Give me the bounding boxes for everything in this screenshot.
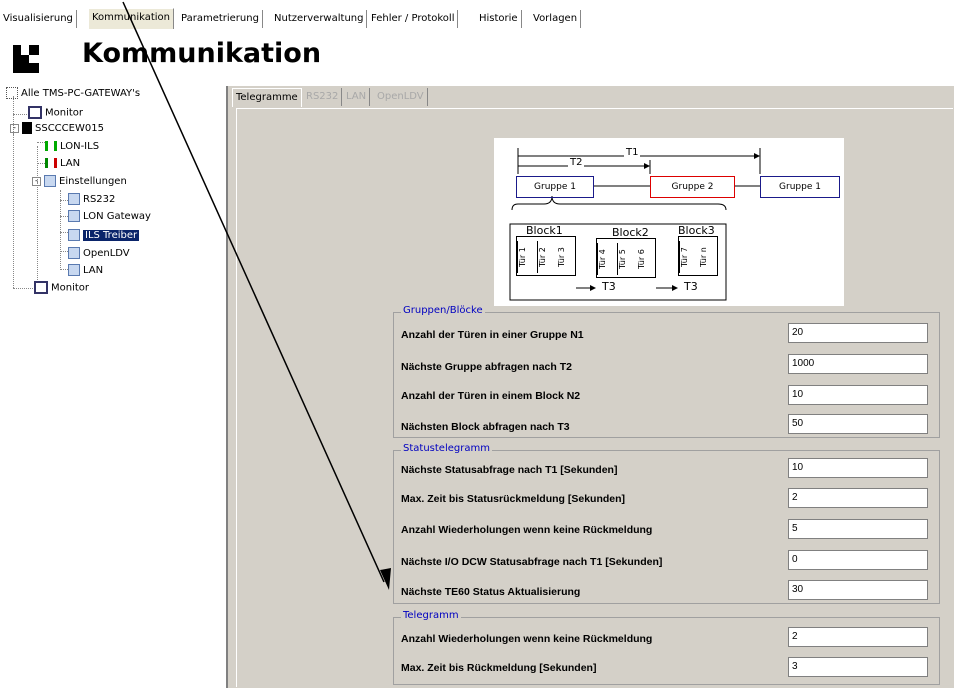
tree-lan-2[interactable]: LAN bbox=[68, 264, 103, 278]
tab-parametrierung[interactable]: Parametrierung bbox=[178, 10, 263, 28]
subtab-telegramme[interactable]: Telegramme bbox=[232, 88, 302, 107]
connection-icon bbox=[45, 158, 57, 168]
field-label: Anzahl Wiederholungen wenn keine Rückmel… bbox=[401, 633, 653, 645]
t1-input[interactable]: 10 bbox=[788, 458, 928, 478]
field-label: Nächsten Block abfragen nach T3 bbox=[401, 421, 570, 433]
door-label: Tür 3 bbox=[557, 247, 566, 267]
field-label: Anzahl der Türen in einem Block N2 bbox=[401, 390, 581, 402]
t3-label-1: T3 bbox=[602, 280, 616, 293]
field-label: Nächste Gruppe abfragen nach T2 bbox=[401, 361, 572, 373]
field-label: Anzahl Wiederholungen wenn keine Rückmel… bbox=[401, 524, 653, 536]
tree-device[interactable]: - SSCCCEW015 bbox=[10, 122, 104, 136]
dcw-status-input[interactable]: 0 bbox=[788, 550, 928, 570]
field-label: Nächste TE60 Status Aktualisierung bbox=[401, 586, 581, 598]
settings-icon bbox=[68, 193, 80, 205]
tab-kommunikation[interactable]: Kommunikation bbox=[88, 8, 175, 29]
te60-status-input[interactable]: 30 bbox=[788, 580, 928, 600]
subtab-openldv[interactable]: OpenLDV bbox=[374, 88, 428, 106]
tree-monitor-1[interactable]: Monitor bbox=[28, 106, 83, 120]
door-label: Tür 4 bbox=[597, 243, 616, 275]
tree-rs232[interactable]: RS232 bbox=[68, 193, 115, 207]
field-label: Max. Zeit bis Statusrückmeldung [Sekunde… bbox=[401, 493, 626, 505]
t1-label: T1 bbox=[624, 147, 641, 158]
telegramm-legend: Telegramm bbox=[401, 610, 461, 621]
tree-monitor-2[interactable]: Monitor bbox=[34, 281, 89, 295]
field-label: Nächste Statusabfrage nach T1 [Sekunden] bbox=[401, 464, 618, 476]
field-label: Anzahl der Türen in einer Gruppe N1 bbox=[401, 329, 584, 341]
field-label: Nächste I/O DCW Statusabfrage nach T1 [S… bbox=[401, 556, 663, 568]
main-tab-bar: Visualisierung Kommunikation Parametrier… bbox=[0, 0, 954, 29]
telegram-retries-input[interactable]: 2 bbox=[788, 627, 928, 647]
subtab-lan[interactable]: LAN bbox=[343, 88, 371, 106]
t3-input[interactable]: 50 bbox=[788, 414, 928, 434]
t2-input[interactable]: 1000 bbox=[788, 354, 928, 374]
settings-icon bbox=[44, 175, 56, 187]
tree-lan[interactable]: LAN bbox=[45, 157, 80, 171]
tree-lon-gateway[interactable]: LON Gateway bbox=[68, 210, 151, 224]
subtab-rs232[interactable]: RS232 bbox=[303, 88, 343, 106]
tab-vorlagen[interactable]: Vorlagen bbox=[530, 10, 582, 28]
group-1-next-box: Gruppe 1 bbox=[760, 176, 840, 198]
monitor-icon bbox=[34, 281, 48, 294]
page-title: Kommunikation bbox=[82, 38, 322, 69]
tree-openldv[interactable]: OpenLDV bbox=[68, 247, 130, 261]
timing-diagram: T1 T2 Gruppe 1 Gruppe 2 Gruppe 1 Block1 … bbox=[494, 138, 844, 306]
tab-visualisierung[interactable]: Visualisierung bbox=[0, 10, 77, 28]
monitor-icon bbox=[28, 106, 42, 119]
connection-icon bbox=[45, 141, 57, 151]
settings-icon bbox=[68, 247, 80, 259]
timing-diagram-svg bbox=[509, 148, 761, 301]
statustelegramm-legend: Statustelegramm bbox=[401, 443, 492, 454]
device-icon bbox=[22, 122, 32, 134]
tree-ils-treiber[interactable]: ILS Treiber bbox=[68, 229, 140, 243]
expand-icon: - bbox=[32, 176, 41, 186]
tab-fehler-protokoll[interactable]: Fehler / Protokoll bbox=[368, 10, 459, 28]
door-label: Tür 6 bbox=[637, 249, 646, 269]
door-label: Tür n bbox=[699, 247, 708, 267]
t2-label: T2 bbox=[568, 157, 585, 168]
settings-icon bbox=[68, 264, 80, 276]
network-icon bbox=[6, 87, 18, 99]
telegram-timeout-input[interactable]: 3 bbox=[788, 657, 928, 677]
group-2-box: Gruppe 2 bbox=[650, 176, 735, 198]
t3-label-2: T3 bbox=[684, 280, 698, 293]
group-1-box: Gruppe 1 bbox=[516, 176, 594, 198]
app-logo bbox=[13, 45, 39, 73]
door-label: Tür 2 bbox=[537, 241, 556, 273]
door-label: Tür 5 bbox=[617, 243, 636, 275]
gruppen-bloecke-legend: Gruppen/Blöcke bbox=[401, 305, 485, 316]
tree-root[interactable]: Alle TMS-PC-GATEWAY's bbox=[6, 87, 140, 101]
expand-icon: - bbox=[10, 123, 19, 133]
n1-input[interactable]: 20 bbox=[788, 323, 928, 343]
n2-input[interactable]: 10 bbox=[788, 385, 928, 405]
status-retries-input[interactable]: 5 bbox=[788, 519, 928, 539]
settings-icon bbox=[68, 229, 80, 241]
tab-nutzerverwaltung[interactable]: Nutzerverwaltung bbox=[271, 10, 368, 28]
field-label: Max. Zeit bis Rückmeldung [Sekunden] bbox=[401, 662, 597, 674]
tab-historie[interactable]: Historie bbox=[476, 10, 522, 28]
door-label: Tür 7 bbox=[679, 241, 698, 273]
status-timeout-input[interactable]: 2 bbox=[788, 488, 928, 508]
tree-lon-ils[interactable]: LON-ILS bbox=[45, 140, 99, 154]
tree-einstellungen[interactable]: - Einstellungen bbox=[32, 175, 127, 189]
settings-icon bbox=[68, 210, 80, 222]
door-label: Tür 1 bbox=[517, 241, 536, 273]
